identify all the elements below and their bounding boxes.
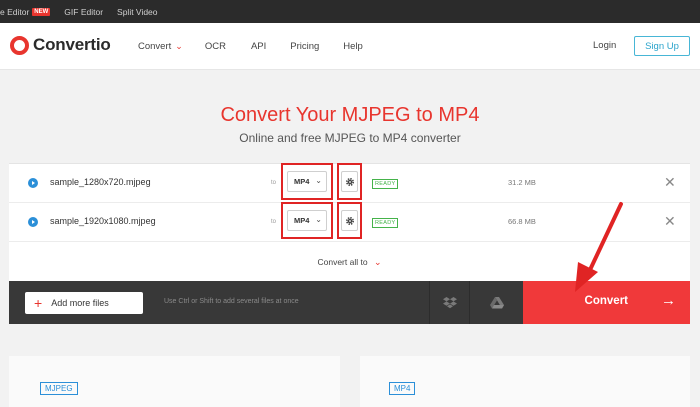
play-icon[interactable] (28, 178, 38, 188)
format-select[interactable]: MP4 ⌄ (287, 171, 327, 192)
format-tag: MP4 (389, 382, 416, 395)
format-highlight-box: MP4 ⌄ (281, 163, 333, 200)
file-name: sample_1920x1080.mjpeg (50, 216, 156, 226)
nav-item-label: Pricing (290, 41, 320, 52)
chevron-down-icon: ⌄ (315, 215, 322, 224)
convert-all-label: Convert all to (317, 257, 368, 267)
format-tag: MJPEG (40, 382, 78, 395)
file-name: sample_1280x720.mjpeg (50, 177, 151, 187)
dropbox-button[interactable] (429, 281, 469, 324)
status-badge: READY (372, 179, 399, 189)
multi-select-hint: Use Ctrl or Shift to add several files a… (164, 298, 299, 305)
format-value: MP4 (294, 177, 310, 186)
convert-all-dropdown[interactable]: Convert all to ⌄ (9, 257, 690, 268)
file-list-panel: sample_1280x720.mjpeg to MP4 ⌄ READY 31.… (9, 163, 690, 281)
google-drive-icon (489, 296, 504, 308)
topbar-split-video-link[interactable]: Split Video (117, 7, 157, 17)
new-badge: NEW (32, 7, 51, 16)
file-size: 66.8 MB (508, 217, 536, 226)
page-subtitle: Online and free MJPEG to MP4 converter (239, 131, 461, 145)
topbar-gif-editor-link[interactable]: GIF Editor (64, 7, 103, 17)
gear-icon (345, 216, 354, 225)
status-badge: READY (372, 218, 399, 228)
nav-item-help[interactable]: Help (343, 41, 363, 52)
nav-item-ocr[interactable]: OCR (205, 41, 226, 52)
to-label: to (271, 180, 277, 186)
chevron-down-icon: ⌄ (315, 176, 322, 185)
page-title: Convert Your MJPEG to MP4 (220, 104, 480, 126)
plus-icon: + (34, 295, 43, 311)
convert-label: Convert (584, 295, 628, 307)
logo-text: Convertio (33, 35, 111, 54)
close-icon[interactable]: ✕ (664, 213, 676, 230)
convertio-logo-icon (10, 35, 29, 55)
main-nav: Convertio Convert ⌄ OCR API Pricing Help… (0, 23, 700, 70)
topbar-item-label: e Editor (0, 6, 30, 17)
format-info-card: MJPEG (9, 356, 340, 407)
topbar-video-editor-link[interactable]: e Editor NEW (0, 6, 51, 17)
add-files-label: Add more files (51, 298, 109, 308)
nav-item-convert[interactable]: Convert ⌄ (138, 41, 183, 52)
action-bar: + Add more files Use Ctrl or Shift to ad… (9, 281, 523, 324)
nav-item-api[interactable]: API (251, 41, 266, 52)
nav-menu: Convert ⌄ OCR API Pricing Help (138, 23, 363, 70)
settings-button[interactable] (341, 210, 358, 231)
settings-highlight-box (337, 163, 362, 200)
nav-item-label: OCR (204, 41, 226, 52)
nav-item-label: Convert (138, 41, 172, 52)
chevron-down-icon: ⌄ (175, 41, 183, 51)
format-info-card: MP4 (360, 356, 690, 407)
logo[interactable]: Convertio (10, 35, 111, 55)
format-highlight-box: MP4 ⌄ (281, 202, 333, 239)
nav-item-pricing[interactable]: Pricing (290, 41, 319, 52)
file-row: sample_1920x1080.mjpeg to MP4 ⌄ READY 66… (9, 202, 690, 242)
gear-icon (345, 177, 354, 186)
topbar-item-label: GIF Editor (64, 6, 104, 17)
add-more-files-button[interactable]: + Add more files (25, 292, 143, 314)
file-size: 31.2 MB (508, 178, 536, 187)
format-select[interactable]: MP4 ⌄ (287, 210, 327, 231)
file-row: sample_1280x720.mjpeg to MP4 ⌄ READY 31.… (9, 163, 690, 203)
format-value: MP4 (294, 216, 310, 225)
google-drive-button[interactable] (469, 281, 523, 324)
login-link[interactable]: Login (593, 40, 616, 51)
signup-button[interactable]: Sign Up (634, 36, 690, 56)
nav-item-label: Help (343, 41, 363, 52)
arrow-right-icon: → (661, 292, 676, 309)
to-label: to (271, 219, 277, 225)
dropbox-icon (442, 296, 457, 308)
close-icon[interactable]: ✕ (664, 174, 676, 191)
chevron-down-icon: ⌄ (373, 257, 382, 267)
settings-highlight-box (337, 202, 362, 239)
settings-button[interactable] (341, 171, 358, 192)
topbar-item-label: Split Video (117, 6, 158, 17)
nav-item-label: API (250, 41, 267, 52)
convert-button[interactable]: Convert → (523, 281, 690, 324)
play-icon[interactable] (28, 217, 38, 227)
top-bar: e Editor NEW GIF Editor Split Video (0, 0, 700, 23)
